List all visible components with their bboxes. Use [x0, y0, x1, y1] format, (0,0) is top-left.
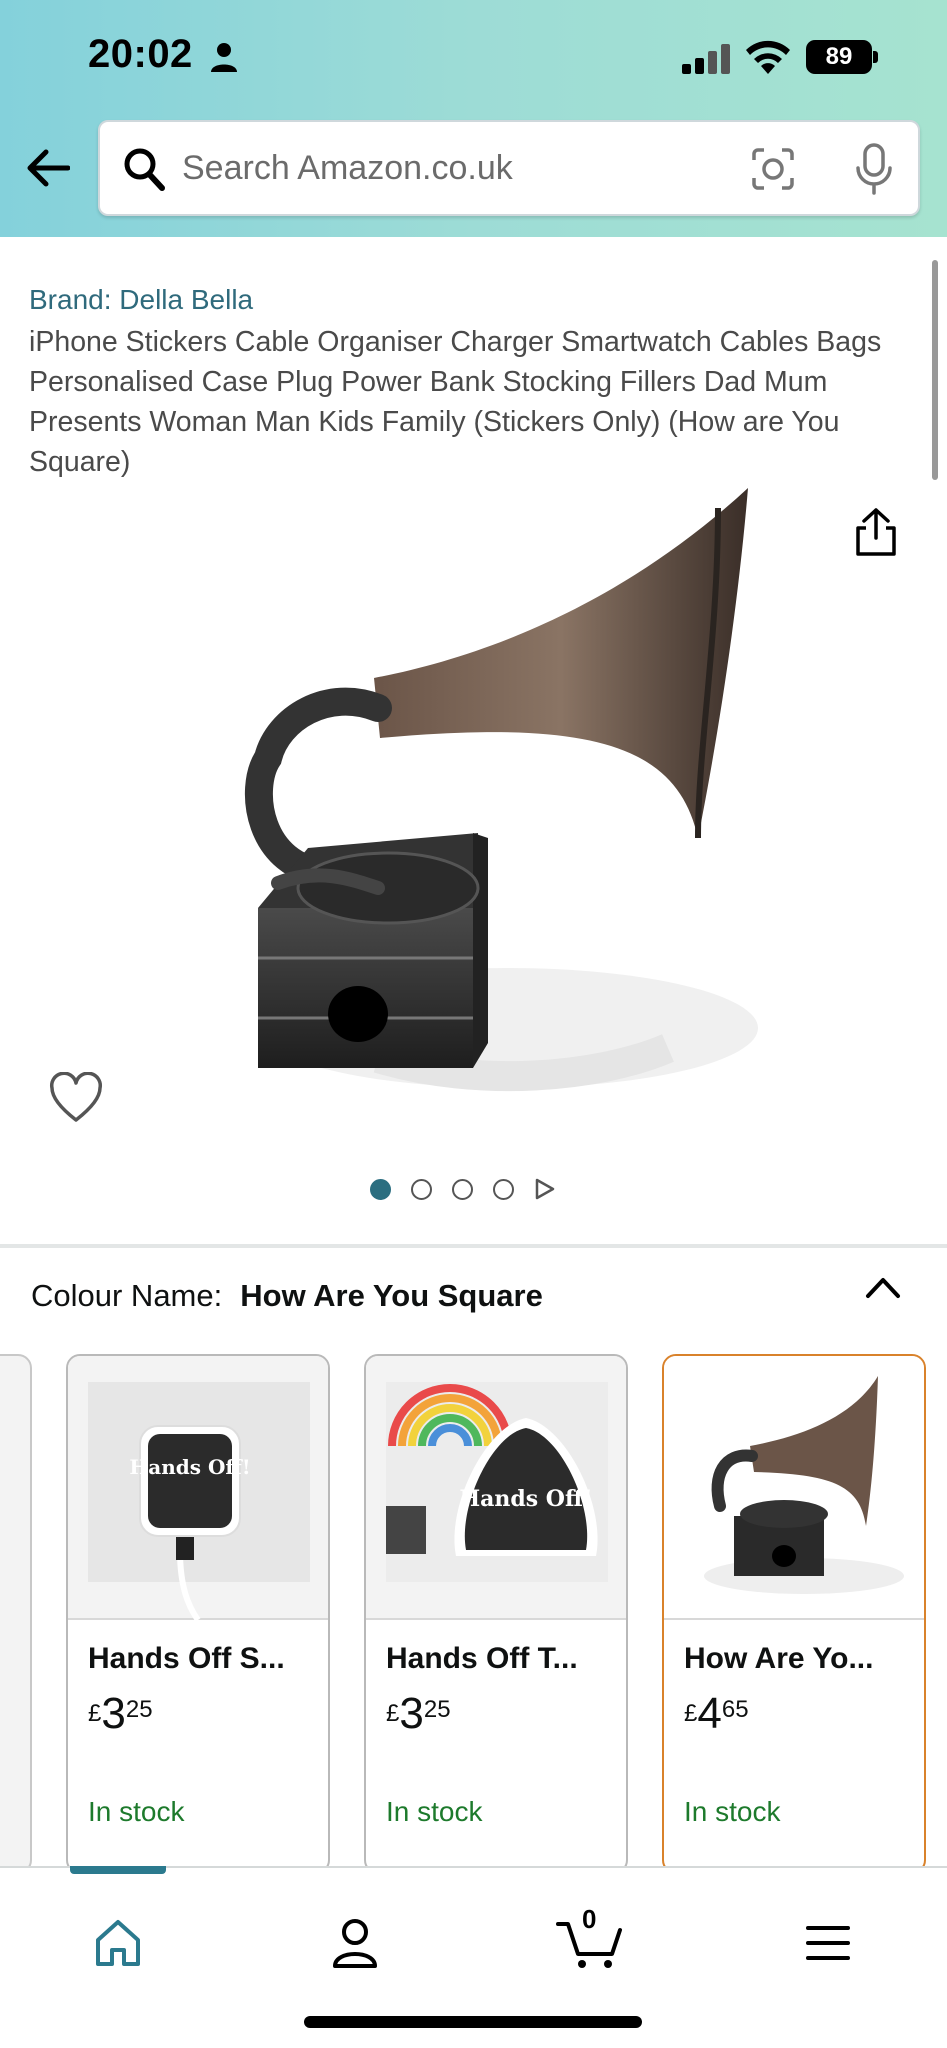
- price-currency: £: [386, 1700, 400, 1727]
- variation-label: Colour Name:: [31, 1278, 223, 1313]
- price-whole: 3: [101, 1689, 126, 1738]
- swatch-image-text: Hands Off!: [459, 1486, 592, 1512]
- swatch-image: Hands Off!: [366, 1356, 626, 1620]
- search-icon: [124, 148, 165, 191]
- price-currency: £: [88, 1700, 102, 1727]
- price-fraction: 25: [423, 1696, 451, 1723]
- price-whole: 3: [399, 1689, 424, 1738]
- price-fraction: 65: [721, 1696, 749, 1723]
- swatch-price: £ 3 25: [88, 1690, 153, 1738]
- product-image-gramophone[interactable]: [178, 488, 778, 1128]
- swatch-image: Hands Off!: [68, 1356, 328, 1622]
- share-icon[interactable]: [852, 506, 900, 558]
- swatch-image: [664, 1356, 924, 1620]
- carousel-dot-3[interactable]: [452, 1178, 473, 1200]
- swatch-price: £ 3 25: [386, 1690, 451, 1738]
- cart-icon: [556, 1922, 622, 1968]
- back-arrow-icon[interactable]: [24, 146, 70, 190]
- brand-link[interactable]: Brand: Della Bella: [29, 284, 253, 316]
- microphone-icon[interactable]: [854, 142, 894, 196]
- variation-selected-value: How Are You Square: [240, 1278, 543, 1313]
- carousel-dot-1[interactable]: [370, 1178, 391, 1200]
- header: 20:02 89: [0, 0, 947, 237]
- swatch-how-are-you-square[interactable]: How Are Yo... £ 4 65 In stock: [662, 1354, 926, 1874]
- scrollbar[interactable]: [932, 260, 938, 480]
- swatch-partial-previous[interactable]: [0, 1354, 32, 1874]
- price-fraction: 25: [125, 1696, 153, 1723]
- swatch-hands-off-triangle[interactable]: Hands Off! Hands Off T... £ 3 25 In stoc…: [364, 1354, 628, 1874]
- image-carousel-indicator[interactable]: [370, 1176, 556, 1202]
- swatch-name: How Are Yo...: [684, 1642, 874, 1675]
- carousel-dot-2[interactable]: [411, 1178, 432, 1200]
- swatch-name: Hands Off T...: [386, 1642, 578, 1675]
- battery-level: 89: [806, 40, 872, 74]
- product-title: iPhone Stickers Cable Organiser Charger …: [29, 326, 882, 478]
- chevron-up-icon[interactable]: [864, 1274, 902, 1300]
- heart-icon[interactable]: [48, 1072, 104, 1124]
- swatch-name: Hands Off S...: [88, 1642, 285, 1675]
- price-currency: £: [684, 1700, 698, 1727]
- swatch-price: £ 4 65: [684, 1690, 749, 1738]
- cart-button[interactable]: 0: [556, 1904, 626, 1970]
- swatch-hands-off-square[interactable]: Hands Off! Hands Off S... £ 3 25 In stoc…: [66, 1354, 330, 1874]
- active-tab-indicator: [70, 1866, 166, 1874]
- search-bar[interactable]: [98, 120, 920, 216]
- search-input[interactable]: [182, 140, 702, 196]
- variation-header: Colour Name: How Are You Square: [31, 1278, 543, 1314]
- section-divider: [0, 1244, 947, 1248]
- home-indicator: [304, 2016, 642, 2028]
- person-icon: [211, 43, 237, 72]
- account-icon[interactable]: [332, 1918, 378, 1968]
- wifi-icon: [746, 40, 790, 74]
- status-time: 20:02: [88, 32, 193, 76]
- stock-status: In stock: [88, 1796, 185, 1827]
- swatch-image-text: Hands Off!: [129, 1455, 250, 1479]
- stock-status: In stock: [386, 1796, 483, 1827]
- carousel-dot-4[interactable]: [493, 1178, 514, 1200]
- cellular-signal-icon: [682, 44, 730, 74]
- price-whole: 4: [697, 1689, 722, 1738]
- play-video-icon[interactable]: [534, 1177, 556, 1201]
- battery-icon: 89: [806, 40, 878, 74]
- home-icon[interactable]: [94, 1918, 142, 1968]
- camera-scan-icon[interactable]: [750, 146, 796, 192]
- stock-status: In stock: [684, 1796, 781, 1827]
- menu-icon[interactable]: [806, 1924, 850, 1962]
